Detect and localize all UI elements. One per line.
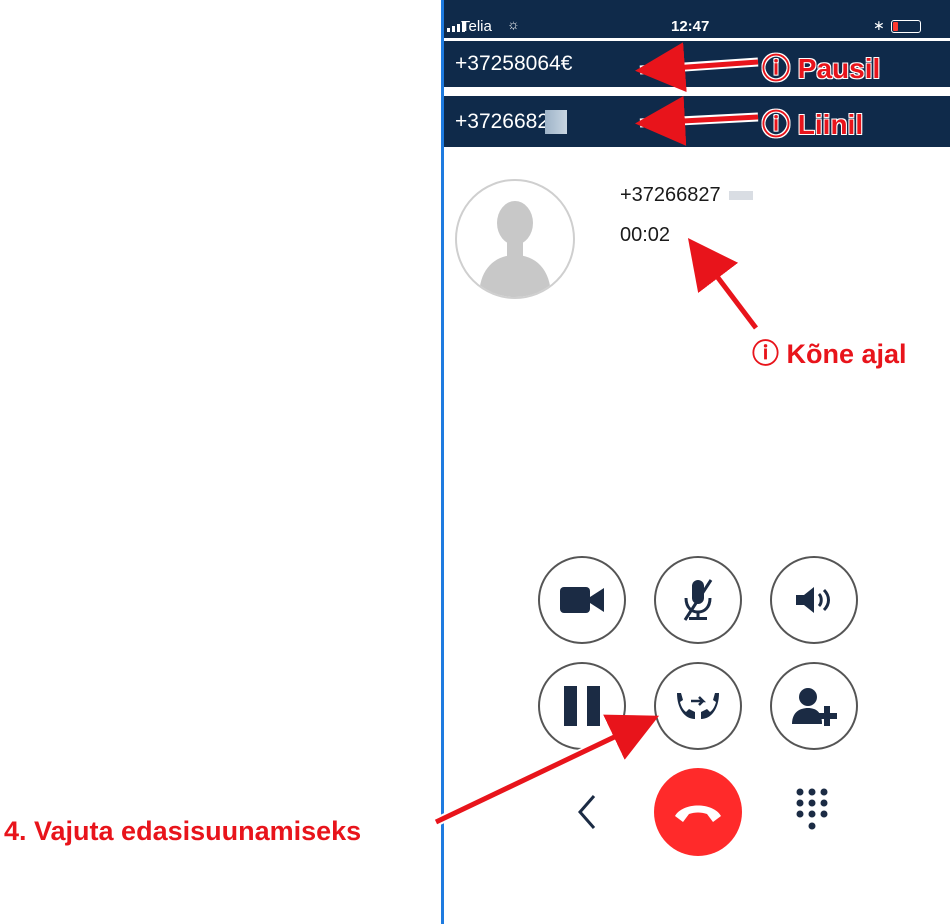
- held-annotation: ⓘ Pausil: [762, 53, 881, 84]
- call-duration: 00:02: [620, 224, 671, 246]
- add-participant-button[interactable]: [770, 662, 858, 750]
- hold-button[interactable]: [538, 662, 626, 750]
- video-icon: [560, 587, 604, 613]
- end-call-button[interactable]: [654, 768, 742, 856]
- wifi-icon: ☼: [507, 16, 520, 32]
- transfer-call-icon: [677, 693, 719, 719]
- contact-avatar: [455, 179, 575, 299]
- person-silhouette-icon: [479, 201, 551, 297]
- mute-button[interactable]: [654, 556, 742, 644]
- bluetooth-icon: ∗: [873, 17, 885, 33]
- end-call-icon: [675, 805, 721, 822]
- add-participant-icon: [792, 688, 837, 726]
- mute-mic-icon: [683, 579, 713, 621]
- pause-icon: [564, 686, 600, 726]
- status-time: 12:47: [671, 18, 710, 35]
- speaker-icon: [796, 587, 830, 613]
- transfer-button[interactable]: [654, 662, 742, 750]
- active-call-row[interactable]: +3726682: [441, 96, 950, 147]
- battery-icon: [890, 19, 921, 33]
- back-button[interactable]: [568, 790, 608, 834]
- keypad-button[interactable]: [792, 786, 832, 834]
- back-chevron-icon: [578, 795, 596, 829]
- keypad-icon: [796, 788, 828, 830]
- battery-area: ∗: [873, 17, 921, 34]
- during-call-annotation: ⓘ Kõne ajal: [752, 339, 907, 369]
- contact-number: +37266827: [620, 184, 753, 207]
- carrier-name: Telia: [461, 18, 492, 35]
- active-call-number: +3726682: [455, 110, 550, 133]
- status-bar: Telia ☼ 12:47 ∗: [441, 0, 950, 38]
- speaker-button[interactable]: [770, 556, 858, 644]
- held-call-number: +37258064€: [455, 52, 573, 75]
- phone-frame-edge: [441, 0, 444, 924]
- redacted-digits: [545, 110, 568, 135]
- phone-screen: Telia ☼ 12:47 ∗ +37258064€ +3726682 +372…: [441, 0, 950, 924]
- active-annotation: ⓘ Liinil: [762, 109, 864, 140]
- video-button[interactable]: [538, 556, 626, 644]
- call-row-divider: [441, 87, 950, 96]
- redacted-digits: [728, 191, 753, 201]
- instruction-annotation: 4. Vajuta edasisuunamiseks: [4, 816, 362, 846]
